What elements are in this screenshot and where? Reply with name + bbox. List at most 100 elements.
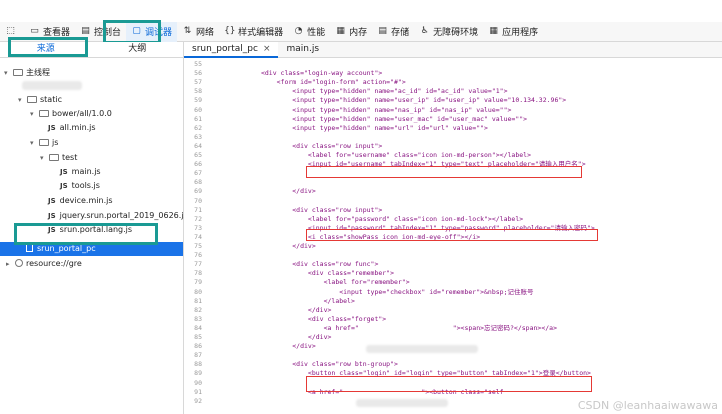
line-number[interactable]: 87 xyxy=(184,351,202,360)
globe-icon xyxy=(15,259,23,267)
sources-tab-highlight xyxy=(8,37,88,57)
code-line: </div> xyxy=(214,342,316,351)
toolbar-item-style-editor[interactable]: {} 样式编辑器 xyxy=(219,22,288,42)
chevron-down-icon: ▾ xyxy=(30,110,34,118)
tab-outline[interactable]: 大纲 xyxy=(92,42,184,57)
file-tabs: srun_portal_pc × main.js xyxy=(184,41,722,58)
line-number[interactable]: 79 xyxy=(184,278,202,287)
toolbar-item-label: 样式编辑器 xyxy=(238,28,284,38)
code-line: <div class="row func"> xyxy=(214,260,379,269)
tab-main-js[interactable]: main.js xyxy=(278,42,327,58)
code-line: <input type="hidden" name="user_ip" id="… xyxy=(214,96,567,105)
line-number[interactable]: 61 xyxy=(184,115,202,124)
toolbar-item-label: 应用程序 xyxy=(502,28,539,38)
line-number[interactable]: 75 xyxy=(184,242,202,251)
line-number[interactable]: 60 xyxy=(184,106,202,115)
line-number[interactable]: 56 xyxy=(184,69,202,78)
tree-node-test[interactable]: ▾ test xyxy=(40,151,77,164)
line-number[interactable]: 59 xyxy=(184,96,202,105)
tab-srun-portal-pc[interactable]: srun_portal_pc × xyxy=(184,41,279,58)
line-number[interactable]: 91 xyxy=(184,388,202,397)
line-number[interactable]: 77 xyxy=(184,260,202,269)
line-number[interactable]: 58 xyxy=(184,87,202,96)
code-line: <div class="row btn-group"> xyxy=(214,360,398,369)
performance-icon: ◔ xyxy=(294,26,303,36)
tree-node-bower[interactable]: ▾ bower/all/1.0.0 xyxy=(30,107,112,120)
tree-node-js[interactable]: ▾ js xyxy=(30,136,58,149)
line-number[interactable]: 78 xyxy=(184,269,202,278)
tree-node-all-min[interactable]: JS all.min.js xyxy=(48,121,96,134)
toolbar-item-label: 存储 xyxy=(391,28,410,38)
inspector-icon: ▭ xyxy=(30,26,39,36)
accessibility-icon: ♿ xyxy=(420,26,429,36)
code-line: <label for="remember"> xyxy=(214,278,410,287)
redacted-url xyxy=(366,345,478,353)
selected-file-highlight xyxy=(14,223,158,245)
toolbar-item-accessibility[interactable]: ♿ 无障碍环境 xyxy=(414,22,483,42)
code-line: </div> xyxy=(214,242,316,250)
line-number[interactable]: 76 xyxy=(184,251,202,260)
code-line: </div> xyxy=(214,187,316,196)
line-number[interactable]: 89 xyxy=(184,369,202,378)
line-number[interactable]: 55 xyxy=(184,60,202,69)
browser-top-edge xyxy=(0,0,722,8)
line-number[interactable]: 81 xyxy=(184,297,202,306)
js-file-icon: JS xyxy=(48,124,56,132)
folder-icon xyxy=(49,154,59,161)
close-icon[interactable]: × xyxy=(263,44,271,54)
code-line: <div class="forget"> xyxy=(214,314,387,323)
line-number[interactable]: 73 xyxy=(184,224,202,233)
tree-node-resource-gre[interactable]: ▸ resource://gre xyxy=(6,257,82,270)
tree-node-jquery-js[interactable]: JS jquery.srun.portal_2019_0626.js xyxy=(48,209,188,222)
console-icon: ▤ xyxy=(81,26,90,36)
line-number[interactable]: 88 xyxy=(184,360,202,369)
line-number[interactable]: 62 xyxy=(184,124,202,133)
inspect-icon: ⬚ xyxy=(6,26,15,36)
line-number[interactable]: 71 xyxy=(184,206,202,215)
line-number[interactable]: 80 xyxy=(184,288,202,297)
toolbar-item-memory[interactable]: ▦ 内存 xyxy=(330,22,372,42)
line-number[interactable]: 82 xyxy=(184,306,202,315)
username-input-highlight xyxy=(306,166,582,178)
line-number[interactable]: 90 xyxy=(184,379,202,388)
line-number[interactable]: 68 xyxy=(184,178,202,187)
line-number[interactable]: 92 xyxy=(184,397,202,406)
code-line: <input type="hidden" name="url" id="url"… xyxy=(214,123,488,132)
line-number[interactable]: 84 xyxy=(184,324,202,333)
code-line: <input type="hidden" name="nas_ip" id="n… xyxy=(214,105,512,114)
js-file-icon: JS xyxy=(60,168,68,176)
toolbar-item-performance[interactable]: ◔ 性能 xyxy=(288,22,330,42)
line-number[interactable]: 85 xyxy=(184,333,202,342)
code-line: </div> xyxy=(214,305,332,314)
toolbar-item-application[interactable]: ▦ 应用程序 xyxy=(483,22,543,42)
line-number[interactable]: 57 xyxy=(184,78,202,87)
line-number[interactable]: 74 xyxy=(184,233,202,242)
tree-node-device-js[interactable]: JS device.min.js xyxy=(48,194,113,207)
line-number[interactable]: 72 xyxy=(184,215,202,224)
code-line: <div class="login-way account"> xyxy=(214,69,383,78)
memory-icon: ▦ xyxy=(336,26,345,36)
line-number[interactable]: 64 xyxy=(184,142,202,151)
line-number[interactable]: 69 xyxy=(184,187,202,196)
line-number[interactable]: 65 xyxy=(184,151,202,160)
thread-icon xyxy=(13,69,23,76)
tree-node-tools-js[interactable]: JS tools.js xyxy=(60,179,100,192)
line-number[interactable]: 86 xyxy=(184,342,202,351)
style-editor-icon: {} xyxy=(224,26,236,36)
tree-node-static[interactable]: ▾ static xyxy=(18,93,62,106)
line-number[interactable]: 70 xyxy=(184,197,202,206)
line-number[interactable]: 83 xyxy=(184,315,202,324)
toolbar-item-label: 性能 xyxy=(307,28,326,38)
toolbar-item-network[interactable]: ⇅ 网络 xyxy=(177,22,219,42)
line-number[interactable]: 66 xyxy=(184,160,202,169)
tree-node-main-js[interactable]: JS main.js xyxy=(60,165,101,178)
watermark: CSDN @leanhaaiwawawa xyxy=(577,399,718,412)
tree-node-main-thread[interactable]: ▾ 主线程 xyxy=(4,66,50,79)
line-number[interactable]: 63 xyxy=(184,133,202,142)
toolbar-item-storage[interactable]: ▤ 存储 xyxy=(372,22,414,42)
code-line: </label> xyxy=(214,296,355,305)
js-file-icon: JS xyxy=(48,197,56,205)
password-input-highlight xyxy=(306,229,598,241)
line-number[interactable]: 67 xyxy=(184,169,202,178)
code-line: <input type="hidden" name="ac_id" id="ac… xyxy=(214,87,508,96)
